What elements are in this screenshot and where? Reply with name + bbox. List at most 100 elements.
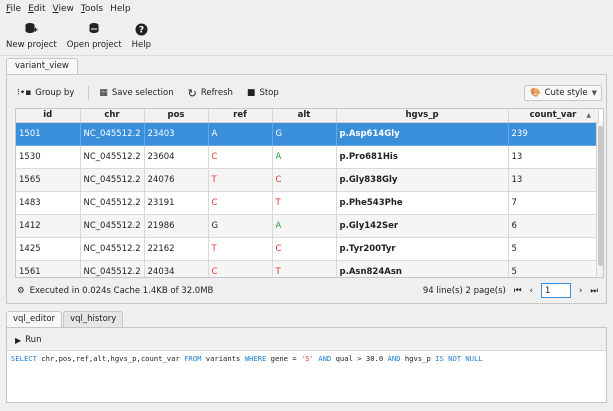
chevron-down-icon: ▼	[591, 89, 597, 97]
cell-id[interactable]: 1412	[16, 214, 81, 238]
cell-alt[interactable]: C	[272, 237, 337, 261]
cell-pos[interactable]: 22162	[144, 237, 209, 261]
open-project-icon	[87, 20, 101, 38]
table-row[interactable]: 1501 NC_045512.2 23403 A Gp.Asp614Gly 239	[16, 122, 599, 146]
save-selection-button[interactable]: ▦ Save selection	[99, 88, 173, 98]
menu-item-help[interactable]: Help	[110, 4, 131, 14]
cell-hgvs-p[interactable]: p.Phe543Phe	[336, 191, 509, 215]
group-by-button[interactable]: ⁝•▪ Group by	[17, 88, 74, 98]
menu-label: iew	[58, 4, 74, 14]
menu-item-file[interactable]: File	[6, 4, 21, 14]
cell-pos[interactable]: 23191	[144, 191, 209, 215]
cell-value: A	[275, 151, 282, 162]
cell-chr[interactable]: NC_045512.2	[80, 191, 145, 215]
cell-count-var[interactable]: 5	[508, 237, 599, 261]
cell-pos[interactable]: 23403	[144, 122, 209, 146]
cell-value: p.Asn824Asn	[339, 266, 402, 277]
save-selection-label: Save selection	[111, 88, 174, 98]
style-dropdown[interactable]: 🎨 Cute style ▼	[524, 85, 602, 101]
page-number-input[interactable]: 1	[540, 283, 571, 298]
sort-ascending-icon: ▲	[586, 112, 591, 119]
table-row[interactable]: 1565 NC_045512.2 24076 T Cp.Gly838Gly 13	[16, 168, 599, 192]
cell-count-var[interactable]: 7	[508, 191, 599, 215]
cell-pos[interactable]: 24076	[144, 168, 209, 192]
previous-page-icon[interactable]: ‹	[530, 286, 533, 296]
cell-id[interactable]: 1425	[16, 237, 81, 261]
vql-query-editor[interactable]: SELECT chr,pos,ref,alt,hgvs_p,count_var …	[7, 350, 606, 402]
tab-vql-history[interactable]: vql_history	[63, 311, 124, 327]
cell-value: p.Pro681His	[339, 151, 398, 162]
new-project-button[interactable]: New project	[4, 18, 59, 52]
cell-id[interactable]: 1483	[16, 191, 81, 215]
cell-ref[interactable]: G	[208, 214, 273, 238]
cell-count-var[interactable]: 13	[508, 145, 599, 169]
next-page-icon[interactable]: ›	[579, 286, 582, 296]
menu-item-edit[interactable]: Edit	[28, 4, 45, 14]
cell-ref[interactable]: T	[208, 168, 273, 192]
refresh-button[interactable]: ↻ Refresh	[188, 87, 233, 100]
cell-chr[interactable]: NC_045512.2	[80, 168, 145, 192]
menu-item-view[interactable]: View	[53, 4, 74, 14]
cell-ref[interactable]: T	[208, 237, 273, 261]
cell-hgvs-p[interactable]: p.Asn824Asn	[336, 260, 509, 277]
cell-id[interactable]: 1565	[16, 168, 81, 192]
stop-button[interactable]: ■ Stop	[247, 88, 279, 98]
cell-ref[interactable]: A	[208, 122, 273, 146]
cell-pos[interactable]: 23604	[144, 145, 209, 169]
column-header-count-var[interactable]: count_var	[508, 109, 599, 123]
cell-id[interactable]: 1501	[16, 122, 81, 146]
scrollbar-thumb[interactable]	[598, 126, 603, 266]
cell-hgvs-p[interactable]: p.Asp614Gly	[336, 122, 509, 146]
cell-count-var[interactable]: 13	[508, 168, 599, 192]
cell-alt[interactable]: A	[272, 145, 337, 169]
open-project-label: Open project	[66, 40, 122, 50]
cell-id[interactable]: 1530	[16, 145, 81, 169]
cell-count-var[interactable]: 6	[508, 214, 599, 238]
cell-id[interactable]: 1561	[16, 260, 81, 277]
cell-hgvs-p[interactable]: p.Gly838Gly	[336, 168, 509, 192]
cell-alt[interactable]: G	[272, 122, 337, 146]
cell-ref[interactable]: C	[208, 145, 273, 169]
first-page-icon[interactable]: ⏮	[514, 286, 522, 296]
last-page-icon[interactable]: ⏭	[590, 286, 598, 296]
cell-hgvs-p[interactable]: p.Tyr200Tyr	[336, 237, 509, 261]
cell-chr[interactable]: NC_045512.2	[80, 145, 145, 169]
table-row[interactable]: 1561 NC_045512.2 24034 C Tp.Asn824Asn 5	[16, 260, 599, 277]
column-header-chr[interactable]: chr	[80, 109, 145, 123]
cell-alt[interactable]: T	[272, 260, 337, 277]
cell-ref[interactable]: C	[208, 191, 273, 215]
cell-chr[interactable]: NC_045512.2	[80, 237, 145, 261]
run-button[interactable]: ▶ Run	[15, 335, 41, 345]
cell-count-var[interactable]: 239	[508, 122, 599, 146]
column-header-pos[interactable]: pos	[144, 109, 209, 123]
cell-hgvs-p[interactable]: p.Pro681His	[336, 145, 509, 169]
cell-ref[interactable]: C	[208, 260, 273, 277]
open-project-button[interactable]: Open project	[65, 18, 124, 52]
cell-alt[interactable]: C	[272, 168, 337, 192]
cell-chr[interactable]: NC_045512.2	[80, 122, 145, 146]
menu-item-tools[interactable]: Tools	[81, 4, 103, 14]
table-row[interactable]: 1530 NC_045512.2 23604 C Ap.Pro681His 13	[16, 145, 599, 169]
gear-icon[interactable]: ⚙	[17, 286, 25, 296]
cell-hgvs-p[interactable]: p.Gly142Ser	[336, 214, 509, 238]
cell-value: NC_045512.2	[83, 220, 141, 231]
help-button[interactable]: ? Help	[130, 18, 153, 52]
column-header-id[interactable]: id	[16, 109, 81, 123]
cell-alt[interactable]: T	[272, 191, 337, 215]
column-header-hgvs-p[interactable]: hgvs_p	[336, 109, 509, 123]
table-row[interactable]: 1425 NC_045512.2 22162 T Cp.Tyr200Tyr 5	[16, 237, 599, 261]
column-header-alt[interactable]: alt	[272, 109, 337, 123]
cell-pos[interactable]: 24034	[144, 260, 209, 277]
cell-pos[interactable]: 21986	[144, 214, 209, 238]
cell-chr[interactable]: NC_045512.2	[80, 214, 145, 238]
table-row[interactable]: 1412 NC_045512.2 21986 G Ap.Gly142Ser 6	[16, 214, 599, 238]
cell-alt[interactable]: A	[272, 214, 337, 238]
table-scrollbar[interactable]	[596, 123, 603, 277]
tab-variant-view[interactable]: variant_view	[6, 58, 78, 75]
column-header-ref[interactable]: ref	[208, 109, 273, 123]
cell-count-var[interactable]: 5	[508, 260, 599, 277]
cell-value: NC_045512.2	[83, 266, 141, 277]
cell-chr[interactable]: NC_045512.2	[80, 260, 145, 277]
table-row[interactable]: 1483 NC_045512.2 23191 C Tp.Phe543Phe 7	[16, 191, 599, 215]
tab-vql-editor[interactable]: vql_editor	[6, 311, 63, 327]
